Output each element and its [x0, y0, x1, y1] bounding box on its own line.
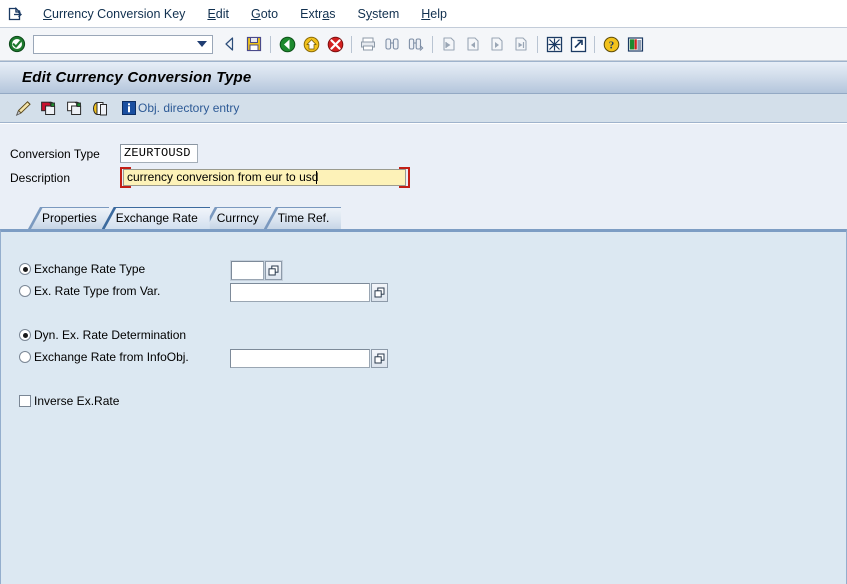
- radio-dyn-ex-rate-determination[interactable]: Dyn. Ex. Rate Determination: [19, 328, 186, 342]
- radio-exchange-rate-type-marker[interactable]: [19, 263, 31, 275]
- stop-icon[interactable]: [324, 33, 346, 55]
- standard-toolbar: ?: [0, 28, 847, 61]
- conversion-type-input[interactable]: ZEURTOUSD: [120, 144, 198, 163]
- tab-time-ref[interactable]: Time Ref.: [263, 207, 342, 229]
- matchcode-icon[interactable]: [371, 349, 388, 368]
- menu-item-system[interactable]: System: [347, 5, 411, 23]
- delete-object-icon[interactable]: [63, 97, 87, 119]
- find-icon[interactable]: [381, 33, 403, 55]
- matchcode-icon[interactable]: [371, 283, 388, 302]
- menu-item-edit[interactable]: Edit: [196, 5, 240, 23]
- create-shortcut-icon[interactable]: [567, 33, 589, 55]
- radio-exchange-rate-from-infoobj-label: Exchange Rate from InfoObj.: [34, 350, 189, 364]
- back-icon[interactable]: [219, 33, 241, 55]
- obj-directory-entry-label: Obj. directory entry: [138, 101, 240, 115]
- tab-properties-label: Properties: [42, 211, 97, 225]
- screen-title-bar: Edit Currency Conversion Type: [0, 61, 847, 94]
- info-icon: [122, 101, 136, 115]
- checkbox-inverse-ex-rate-marker[interactable]: [19, 395, 31, 407]
- ex-rate-type-from-var-input-group: [230, 283, 388, 302]
- radio-dyn-ex-rate-determination-label: Dyn. Ex. Rate Determination: [34, 328, 187, 342]
- previous-page-icon[interactable]: [462, 33, 484, 55]
- radio-exchange-rate-type[interactable]: Exchange Rate Type: [19, 262, 145, 276]
- description-input[interactable]: currency conversion from eur to usd: [123, 169, 406, 186]
- exchange-rate-tab-panel: Exchange Rate Type Ex. Rate Type from Va…: [0, 229, 847, 584]
- exchange-rate-from-infoobj-input[interactable]: [230, 349, 370, 368]
- help-icon[interactable]: ?: [600, 33, 622, 55]
- tab-currncy-label: Currncy: [216, 211, 259, 225]
- menu-item-currency-conversion-key[interactable]: Currency Conversion Key: [32, 5, 196, 23]
- exit-icon[interactable]: [276, 33, 298, 55]
- application-toolbar: Obj. directory entry: [0, 94, 847, 123]
- svg-text:?: ?: [608, 39, 614, 51]
- tab-bar: Properties Exchange Rate Currncy Time Re…: [0, 207, 847, 229]
- toolbar-separator: [432, 35, 433, 53]
- display-change-pencil-icon[interactable]: [11, 97, 35, 119]
- create-session-icon[interactable]: [543, 33, 565, 55]
- save-icon[interactable]: [243, 33, 265, 55]
- obj-directory-entry-button[interactable]: Obj. directory entry: [122, 101, 239, 115]
- exchange-rate-type-input[interactable]: [231, 261, 264, 280]
- tab-exchange-rate-label: Exchange Rate: [115, 211, 198, 225]
- description-field-wrapper: currency conversion from eur to usd: [120, 167, 410, 188]
- radio-ex-rate-type-from-var-marker[interactable]: [19, 285, 31, 297]
- text-caret: [316, 171, 317, 184]
- toolbar-separator: [351, 35, 352, 53]
- exchange-rate-from-infoobj-input-group: [230, 349, 388, 368]
- toolbar-separator: [270, 35, 271, 53]
- first-page-icon[interactable]: [438, 33, 460, 55]
- last-page-icon[interactable]: [510, 33, 532, 55]
- toolbar-separator: [594, 35, 595, 53]
- enter-icon[interactable]: [6, 33, 28, 55]
- ex-rate-type-from-var-input[interactable]: [230, 283, 370, 302]
- radio-ex-rate-type-from-var[interactable]: Ex. Rate Type from Var.: [19, 284, 160, 298]
- duplicate-icon[interactable]: [89, 97, 113, 119]
- focus-bracket-bottom-left: [120, 177, 131, 188]
- chevron-down-icon[interactable]: [197, 41, 207, 47]
- menu-bar: Currency Conversion Key Edit Goto Extras…: [0, 0, 847, 28]
- next-page-icon[interactable]: [486, 33, 508, 55]
- tab-time-ref-label: Time Ref.: [277, 211, 330, 225]
- tabstrip: Properties Exchange Rate Currncy Time Re…: [0, 207, 847, 584]
- checkbox-inverse-ex-rate-label: Inverse Ex.Rate: [34, 394, 120, 408]
- find-next-icon[interactable]: [405, 33, 427, 55]
- tab-properties[interactable]: Properties: [28, 207, 109, 229]
- cancel-icon[interactable]: [300, 33, 322, 55]
- description-label: Description: [10, 170, 71, 185]
- command-field[interactable]: [33, 34, 213, 54]
- exchange-rate-type-input-group: [230, 260, 283, 281]
- radio-dyn-ex-rate-determination-marker[interactable]: [19, 329, 31, 341]
- description-row: Description currency conversion from eur…: [0, 167, 847, 188]
- checkbox-inverse-ex-rate[interactable]: Inverse Ex.Rate: [19, 394, 119, 408]
- tab-exchange-rate[interactable]: Exchange Rate: [101, 207, 210, 229]
- menu-item-goto[interactable]: Goto: [240, 5, 289, 23]
- focus-bracket-bottom-right: [399, 177, 410, 188]
- page-title: Edit Currency Conversion Type: [22, 69, 252, 86]
- screen-canvas: Conversion Type ZEURTOUSD Description cu…: [0, 124, 847, 584]
- menu-item-help[interactable]: Help: [410, 5, 458, 23]
- copy-object-icon[interactable]: [37, 97, 61, 119]
- sap-session-icon[interactable]: [4, 4, 26, 24]
- tab-currncy[interactable]: Currncy: [202, 207, 271, 229]
- matchcode-icon[interactable]: [265, 261, 282, 280]
- radio-exchange-rate-type-label: Exchange Rate Type: [34, 262, 146, 276]
- customize-layout-icon[interactable]: [624, 33, 646, 55]
- radio-exchange-rate-from-infoobj-marker[interactable]: [19, 351, 31, 363]
- menu-item-extras[interactable]: Extras: [289, 5, 346, 23]
- conversion-type-row: Conversion Type ZEURTOUSD: [0, 143, 847, 164]
- conversion-type-label: Conversion Type: [10, 146, 100, 161]
- print-icon[interactable]: [357, 33, 379, 55]
- toolbar-separator: [537, 35, 538, 53]
- radio-exchange-rate-from-infoobj[interactable]: Exchange Rate from InfoObj.: [19, 350, 189, 364]
- radio-ex-rate-type-from-var-label: Ex. Rate Type from Var.: [34, 284, 161, 298]
